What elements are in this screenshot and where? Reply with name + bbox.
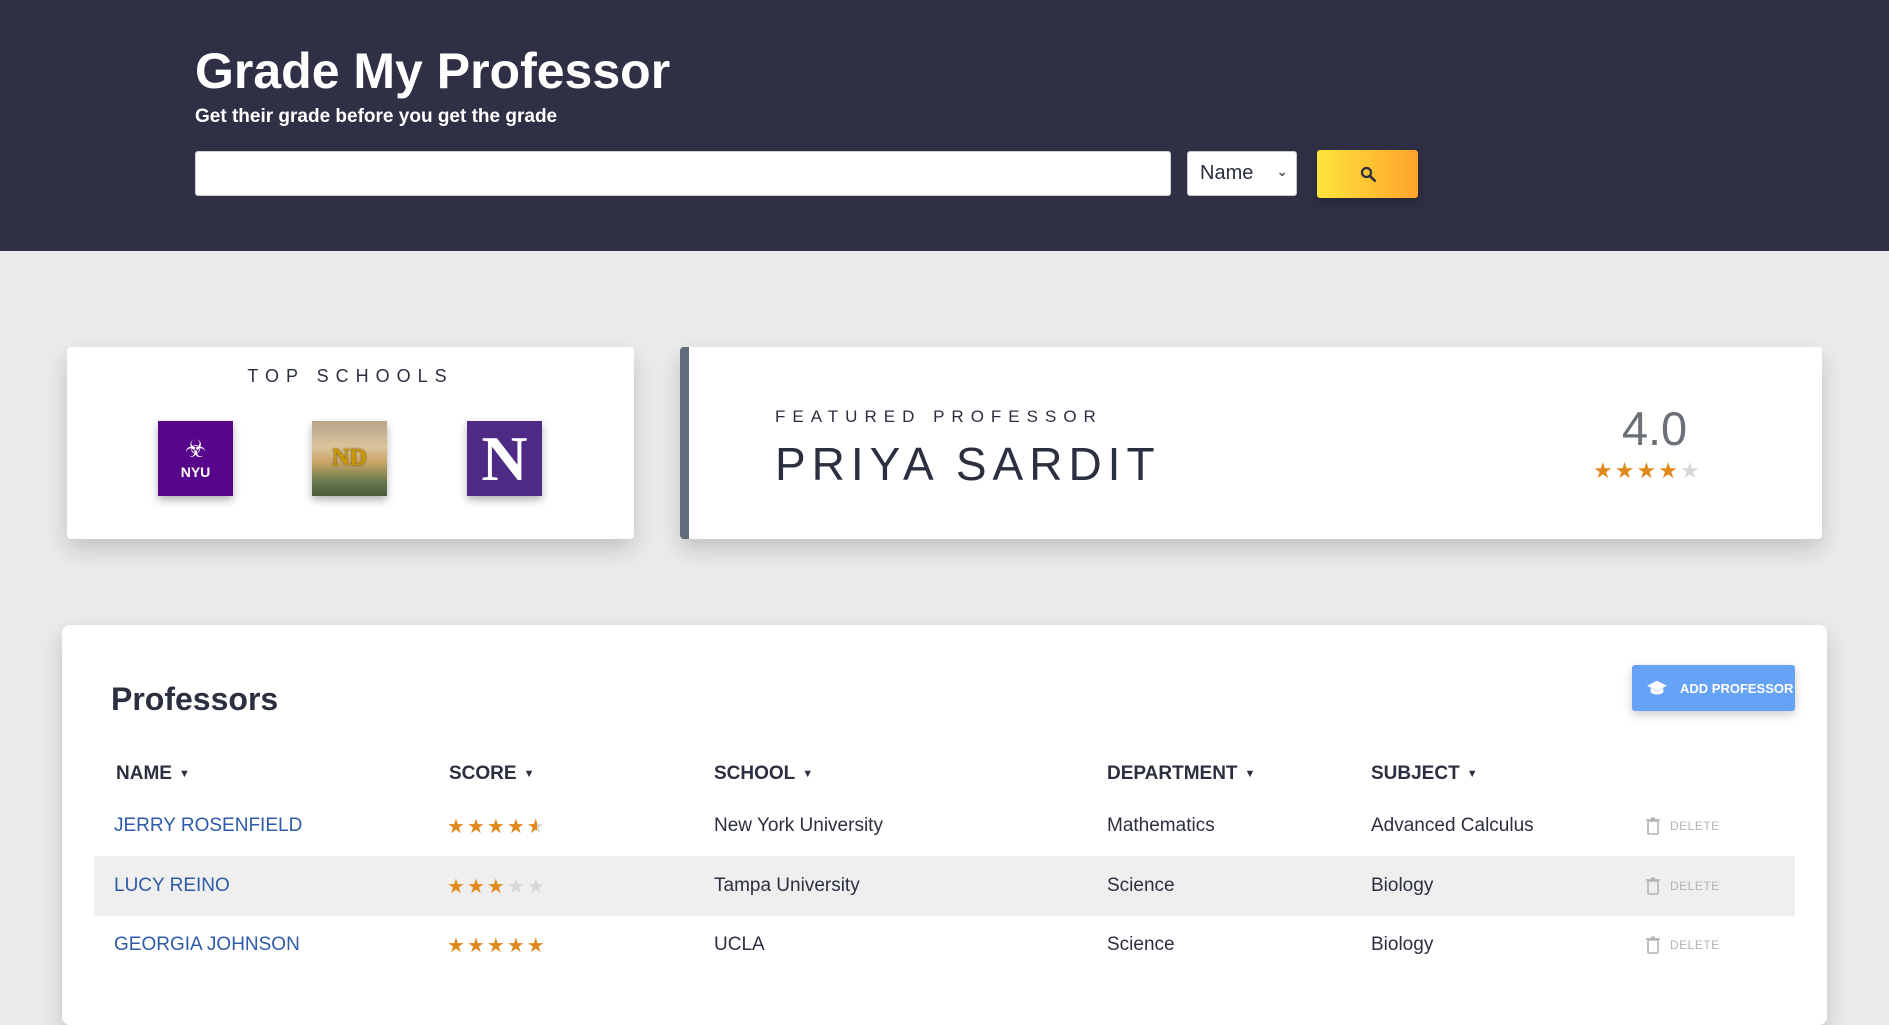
search-filter-select[interactable]: Name ⌄ (1187, 151, 1297, 196)
column-header-subject[interactable]: SUBJECT ▼ (1371, 763, 1478, 785)
northwestern-logo[interactable]: N (467, 421, 542, 496)
professors-card: Professors ADD PROFESSOR NAME ▼ SCORE ▼ SC… (62, 625, 1827, 1025)
torch-icon: ☣ (184, 435, 207, 463)
professor-name-link[interactable]: LUCY REINO (114, 875, 230, 897)
column-header-school[interactable]: SCHOOL ▼ (714, 763, 813, 785)
star-icon: ★ (506, 934, 527, 957)
star-icon: ★ (486, 875, 507, 898)
nyu-logo[interactable]: ☣ NYU (158, 421, 233, 496)
star-icon: ★ (1658, 458, 1680, 483)
score-star-rating: ★ ★ ★ ★ ★ (447, 856, 547, 916)
professor-name-link[interactable]: GEORGIA JOHNSON (114, 934, 300, 956)
notre-dame-logo[interactable]: ND (312, 421, 387, 496)
column-header-name[interactable]: NAME ▼ (116, 763, 190, 785)
star-icon: ★ (506, 875, 527, 898)
search-icon (1360, 166, 1376, 183)
department-cell: Science (1107, 875, 1175, 896)
add-professor-label: ADD PROFESSOR (1680, 680, 1794, 696)
star-icon: ★ (486, 815, 507, 838)
professors-title: Professors (111, 681, 279, 717)
star-icon: ★ (466, 875, 487, 898)
star-icon: ★ (466, 815, 487, 838)
star-icon: ★ (447, 815, 467, 838)
featured-professor-name[interactable]: PRIYA SARDIT (775, 437, 1161, 491)
subject-cell: Biology (1371, 934, 1434, 955)
delete-label: DELETE (1670, 819, 1720, 833)
add-professor-button[interactable]: ADD PROFESSOR (1632, 665, 1795, 711)
subject-cell: Biology (1371, 875, 1434, 896)
chevron-down-icon: ⌄ (1276, 163, 1288, 179)
graduation-cap-icon (1647, 680, 1667, 695)
star-icon: ★ (447, 875, 467, 898)
school-cell: UCLA (714, 934, 765, 955)
star-icon: ★ (486, 934, 507, 957)
column-header-department[interactable]: DEPARTMENT ▼ (1107, 763, 1255, 785)
professor-name-cell: LUCY REINO (114, 856, 230, 916)
score-star-rating: ★ ★ ★ ★ ★ (447, 915, 547, 975)
table-row: LUCY REINO ★ ★ ★ ★ ★ Tampa University Science Bi… (94, 856, 1795, 916)
trash-icon (1646, 817, 1660, 835)
caret-down-icon: ▼ (1466, 768, 1478, 780)
professor-name-cell: GEORGIA JOHNSON (114, 915, 300, 975)
star-icon: ★ (1636, 458, 1659, 483)
school-cell: Tampa University (714, 875, 860, 896)
caret-down-icon: ▼ (523, 768, 535, 780)
featured-score: 4.0 (1621, 402, 1688, 455)
subject-cell: Advanced Calculus (1371, 815, 1534, 836)
header-banner: Grade My Professor Get their grade befor… (0, 0, 1889, 251)
column-header-score[interactable]: SCORE ▼ (449, 763, 534, 785)
star-icon: ★ (506, 815, 527, 838)
featured-professor-card: FEATURED PROFESSOR PRIYA SARDIT 4.0 ★★★★… (680, 347, 1822, 539)
delete-button[interactable]: DELETE (1646, 915, 1720, 975)
app-title: Grade My Professor (195, 43, 671, 99)
star-icon: ★ (526, 815, 547, 838)
top-schools-title: TOP SCHOOLS (247, 366, 454, 386)
department-cell: Mathematics (1107, 815, 1215, 836)
app-subtitle: Get their grade before you get the grade (195, 106, 558, 127)
department-cell: Science (1107, 934, 1175, 955)
top-schools-card: TOP SCHOOLS ☣ NYU ND N (67, 347, 634, 539)
trash-icon (1646, 877, 1660, 895)
table-row: JERRY ROSENFIELD ★ ★ ★ ★ ★ New York University… (94, 796, 1795, 856)
delete-button[interactable]: DELETE (1646, 796, 1720, 856)
star-icon: ★ (1679, 458, 1702, 483)
star-icon: ★ (447, 934, 467, 957)
star-icon: ★ (526, 934, 547, 957)
star-icon: ★ (1593, 458, 1615, 483)
table-row: GEORGIA JOHNSON ★ ★ ★ ★ ★ UCLA Science Biology DE… (94, 915, 1795, 975)
star-icon: ★ (526, 875, 547, 898)
search-button[interactable] (1317, 150, 1418, 198)
featured-star-rating: ★★★★★ (1593, 458, 1702, 484)
delete-button[interactable]: DELETE (1646, 856, 1720, 916)
score-star-rating: ★ ★ ★ ★ ★ (447, 796, 547, 856)
star-icon: ★ (1614, 458, 1637, 483)
delete-label: DELETE (1670, 938, 1720, 952)
professor-name-cell: JERRY ROSENFIELD (114, 796, 302, 856)
featured-kicker: FEATURED PROFESSOR (775, 407, 1103, 426)
caret-down-icon: ▼ (178, 768, 190, 780)
trash-icon (1646, 936, 1660, 954)
delete-label: DELETE (1670, 879, 1720, 893)
search-input[interactable] (195, 151, 1171, 196)
caret-down-icon: ▼ (802, 768, 814, 780)
search-filter-value: Name (1200, 162, 1254, 184)
star-icon: ★ (466, 934, 487, 957)
caret-down-icon: ▼ (1244, 768, 1256, 780)
school-cell: New York University (714, 815, 883, 836)
professor-name-link[interactable]: JERRY ROSENFIELD (114, 815, 302, 837)
